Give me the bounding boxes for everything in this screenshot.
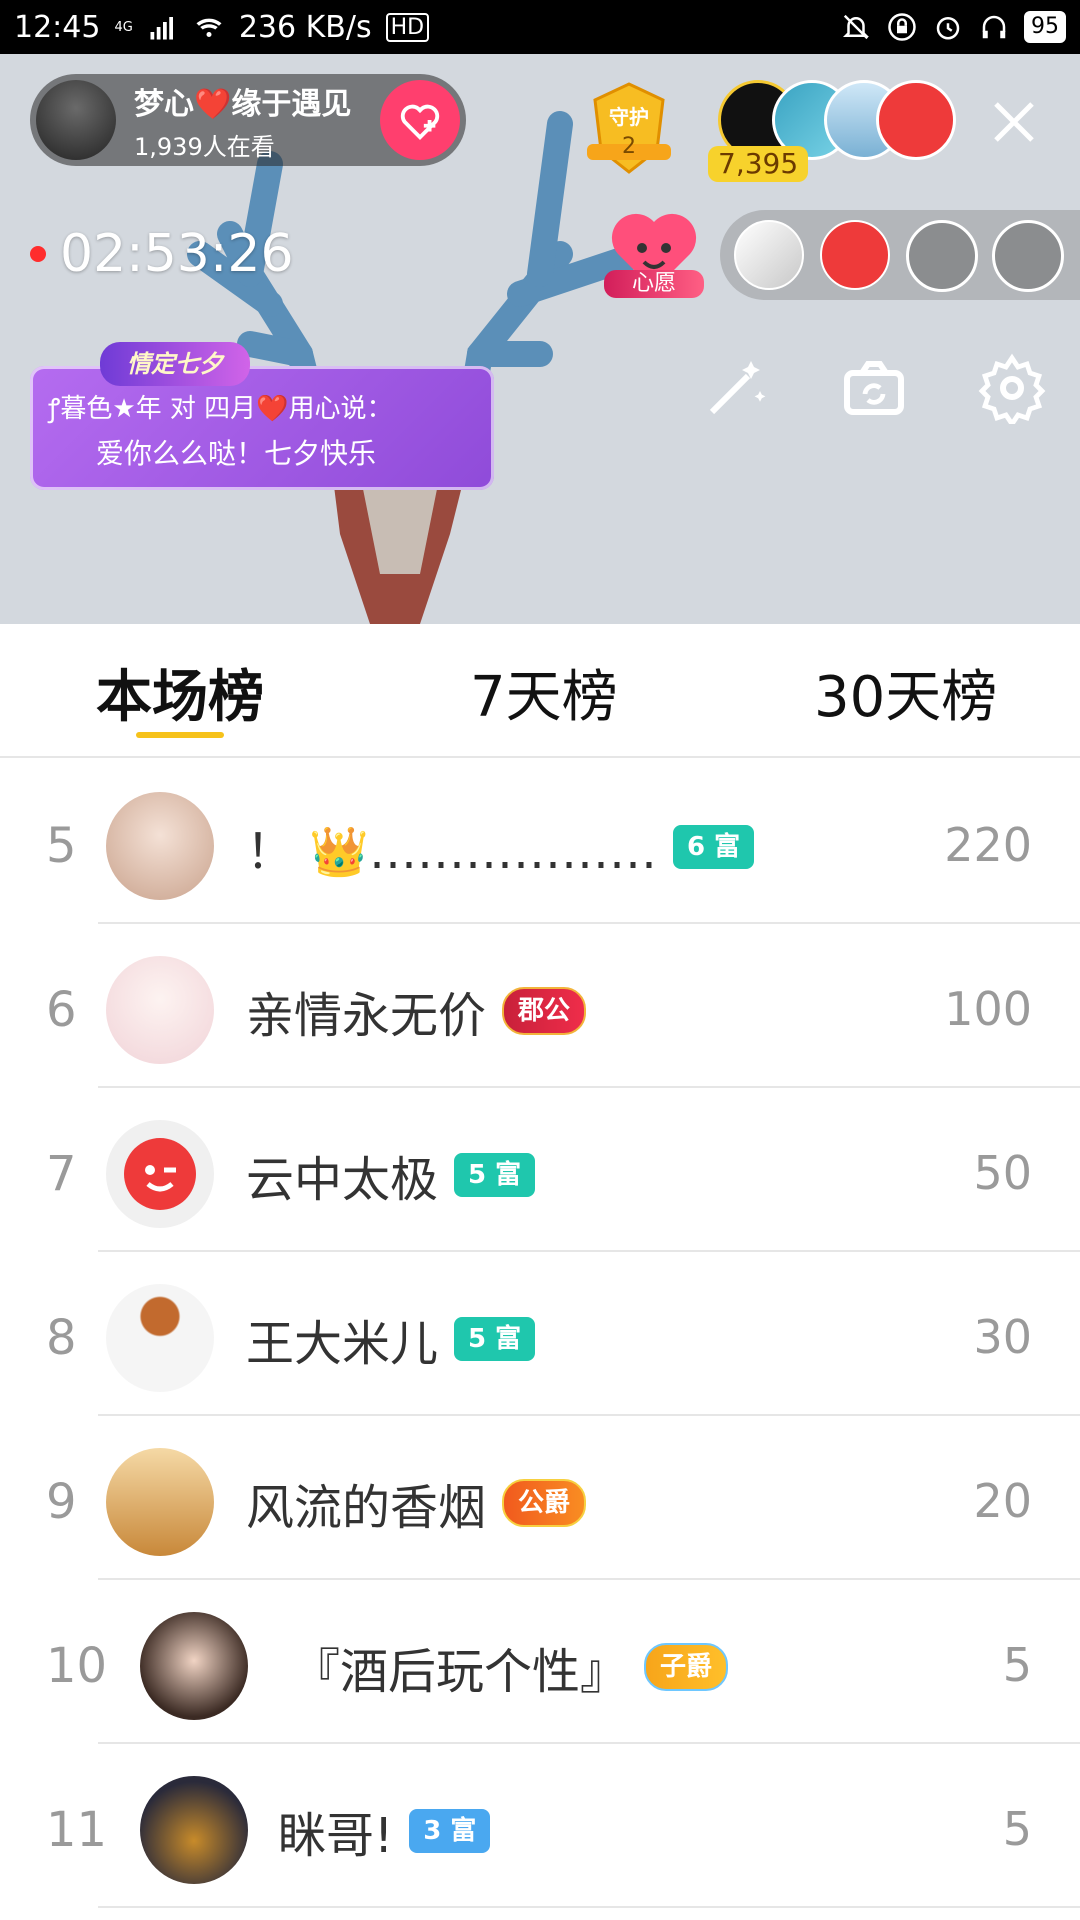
rank-number: 11 bbox=[46, 1802, 108, 1858]
tab-30-days[interactable]: 30天榜 bbox=[814, 652, 997, 733]
banner-line1: ꝭ暮色★年 对 四月❤️用心说： bbox=[48, 394, 393, 424]
level-badge: 3 富 bbox=[409, 1809, 491, 1853]
live-timer: 02:53:26 bbox=[30, 224, 294, 284]
title-badge: 郡公 bbox=[502, 987, 587, 1035]
contribution-score: 5 bbox=[1002, 1638, 1032, 1692]
network-speed: 236 KB/s bbox=[238, 9, 372, 45]
title-badge: 子爵 bbox=[644, 1643, 729, 1691]
tab-current-session[interactable]: 本场榜 bbox=[96, 652, 264, 733]
user-name: 『酒后玩个性』 子爵 bbox=[292, 1632, 729, 1702]
rank-number: 5 bbox=[46, 818, 77, 874]
user-avatar[interactable] bbox=[106, 1448, 214, 1556]
ranking-tabs: 本场榜 7天榜 30天榜 bbox=[0, 624, 1080, 758]
divider bbox=[98, 1906, 1080, 1908]
contribution-score: 220 bbox=[944, 818, 1032, 872]
tool-bar bbox=[700, 352, 1060, 432]
rank-number: 9 bbox=[46, 1474, 77, 1530]
contribution-score: 100 bbox=[944, 982, 1032, 1036]
qixi-banner[interactable]: 情定七夕 ꝭ暮色★年 对 四月❤️用心说： 爱你么么哒！七夕快乐 bbox=[30, 342, 494, 490]
signal-icon bbox=[150, 17, 173, 40]
wifi-icon bbox=[196, 18, 222, 37]
hd-icon: HD bbox=[385, 12, 430, 42]
contribution-score: 30 bbox=[973, 1310, 1032, 1364]
wish-label: 心愿 bbox=[604, 270, 704, 298]
guard-label: 守护 bbox=[609, 105, 649, 129]
ranking-row[interactable]: 7 云中太极 5 富 50 bbox=[0, 1088, 1080, 1252]
status-bar: 12:45 4G 236 KB/s HD 95 bbox=[0, 0, 1080, 54]
close-icon[interactable] bbox=[990, 98, 1038, 146]
headphones-icon bbox=[982, 15, 1006, 39]
network-type: 4G bbox=[114, 19, 133, 35]
ranking-row[interactable]: 6 亲情永无价 郡公 100 bbox=[0, 924, 1080, 1088]
guard-badge[interactable]: 守护 2 bbox=[585, 80, 673, 176]
user-name: 云中太极 5 富 bbox=[246, 1140, 536, 1210]
user-avatar[interactable] bbox=[140, 1612, 248, 1720]
host-avatar[interactable] bbox=[36, 80, 116, 160]
title-badge: 公爵 bbox=[502, 1479, 587, 1527]
ranking-row[interactable]: 11 眯哥! 3 富 5 bbox=[0, 1744, 1080, 1908]
rank-number: 8 bbox=[46, 1310, 77, 1366]
user-avatar[interactable] bbox=[106, 1284, 214, 1392]
level-badge: 6 富 bbox=[673, 825, 755, 869]
level-badge: 5 富 bbox=[454, 1317, 536, 1361]
magic-wand-icon[interactable] bbox=[700, 352, 772, 424]
heart-plus-icon bbox=[400, 104, 440, 140]
user-avatar[interactable] bbox=[106, 792, 214, 900]
active-tab-indicator bbox=[136, 732, 224, 738]
status-time: 12:45 bbox=[14, 9, 101, 45]
bell-off-icon bbox=[842, 14, 870, 40]
ranking-row[interactable]: 10 『酒后玩个性』 子爵 5 bbox=[0, 1580, 1080, 1744]
banner-line2: 爱你么么哒！七夕快乐 bbox=[96, 437, 377, 470]
camera-switch-icon[interactable] bbox=[838, 352, 910, 424]
user-avatar[interactable] bbox=[106, 1120, 214, 1228]
host-info-pill[interactable]: 梦心❤️缘于遇见 1,939人在看 bbox=[30, 74, 466, 166]
viewer-count: 1,939人在看 bbox=[134, 132, 275, 161]
recording-dot bbox=[30, 246, 46, 262]
live-video[interactable]: 梦心❤️缘于遇见 1,939人在看 守护 2 7,395 02:53:26 心愿 bbox=[0, 54, 1080, 624]
battery-level: 95 bbox=[1024, 11, 1066, 43]
user-name: 亲情永无价 郡公 bbox=[246, 976, 587, 1046]
settings-icon[interactable] bbox=[976, 352, 1048, 424]
contribution-score: 50 bbox=[973, 1146, 1032, 1200]
user-avatar[interactable] bbox=[106, 956, 214, 1064]
sofa-seat-icon[interactable] bbox=[906, 220, 978, 292]
ranking-row[interactable]: 5 ！ 👑……………… 6 富 220 bbox=[0, 760, 1080, 924]
viewer-avatar[interactable] bbox=[876, 80, 956, 160]
lock-icon bbox=[888, 13, 916, 41]
ranking-row[interactable]: 8 王大米儿 5 富 30 bbox=[0, 1252, 1080, 1416]
user-name: ！ 👑……………… 6 富 bbox=[246, 812, 755, 882]
ranking-row[interactable]: 9 风流的香烟 公爵 20 bbox=[0, 1416, 1080, 1580]
user-name: 眯哥! 3 富 bbox=[278, 1796, 491, 1866]
user-avatar[interactable] bbox=[140, 1776, 248, 1884]
user-name: 风流的香烟 公爵 bbox=[246, 1468, 587, 1538]
banner-tag: 情定七夕 bbox=[100, 342, 250, 386]
guest-avatar[interactable] bbox=[820, 220, 890, 290]
tab-7-days[interactable]: 7天榜 bbox=[470, 652, 618, 733]
contribution-score: 5 bbox=[1002, 1802, 1032, 1856]
user-name: 王大米儿 5 富 bbox=[246, 1304, 536, 1374]
sofa-seat-icon[interactable] bbox=[992, 220, 1064, 292]
rank-number: 6 bbox=[46, 982, 77, 1038]
host-name: 梦心❤️缘于遇见 bbox=[134, 86, 352, 122]
wink-face-icon bbox=[124, 1138, 196, 1210]
contribution-score[interactable]: 7,395 bbox=[708, 146, 809, 182]
rank-number: 10 bbox=[46, 1638, 108, 1694]
level-badge: 5 富 bbox=[454, 1153, 536, 1197]
alarm-icon bbox=[936, 17, 960, 40]
rank-number: 7 bbox=[46, 1146, 77, 1202]
follow-button[interactable] bbox=[380, 80, 460, 160]
guest-avatar[interactable] bbox=[734, 220, 804, 290]
contribution-score: 20 bbox=[973, 1474, 1032, 1528]
guard-count: 2 bbox=[622, 134, 636, 159]
guest-seats[interactable] bbox=[720, 210, 1080, 300]
